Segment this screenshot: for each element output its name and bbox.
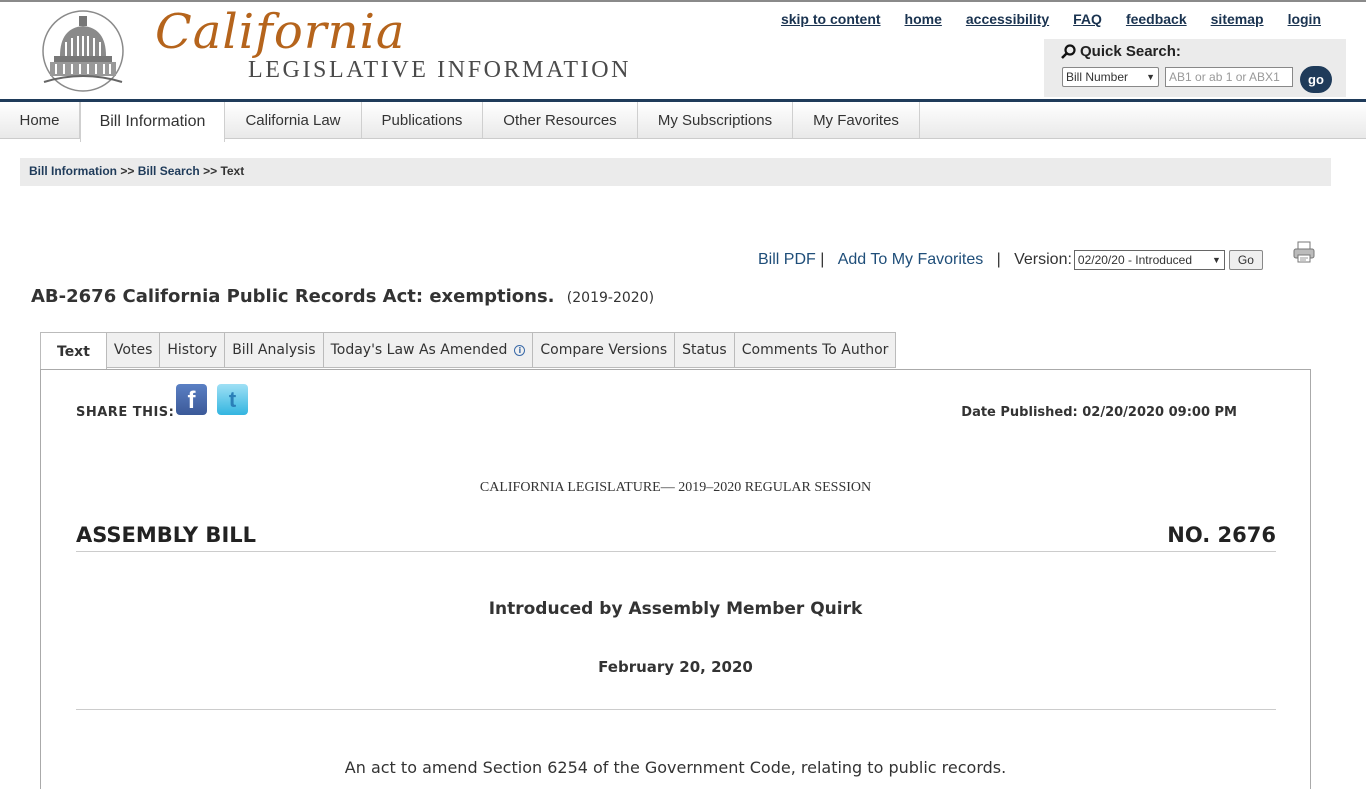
- version-go-button[interactable]: Go: [1228, 250, 1263, 270]
- capitol-dome-logo-icon[interactable]: [40, 10, 126, 92]
- breadcrumb-current: Text: [220, 164, 245, 178]
- nav-home[interactable]: Home: [0, 102, 80, 138]
- info-icon[interactable]: i: [514, 344, 526, 356]
- quick-search-go-button[interactable]: go: [1300, 66, 1332, 93]
- session-heading: CALIFORNIA LEGISLATURE— 2019–2020 REGULA…: [479, 480, 872, 495]
- bill-text-panel: SHARE THIS: f t Date Published: 02/20/20…: [40, 369, 1311, 789]
- logo-script[interactable]: California: [155, 4, 406, 60]
- add-to-favorites-link[interactable]: Add To My Favorites: [838, 251, 984, 269]
- quick-search-title: Quick Search:: [1060, 43, 1181, 60]
- bill-pdf-link[interactable]: Bill PDF: [758, 251, 816, 269]
- breadcrumb-bill-information[interactable]: Bill Information: [29, 164, 117, 178]
- logo-subtitle[interactable]: LEGISLATIVE INFORMATION: [248, 57, 631, 84]
- facebook-share-icon[interactable]: f: [176, 384, 207, 415]
- nav-my-favorites[interactable]: My Favorites: [793, 102, 920, 138]
- quick-search-label: Quick Search:: [1080, 43, 1181, 60]
- divider: [76, 709, 1276, 710]
- bill-title: AB-2676 California Public Records Act: e…: [31, 286, 654, 307]
- chevron-down-icon: ▼: [1146, 72, 1155, 82]
- tab-status[interactable]: Status: [675, 332, 735, 368]
- version-value: 02/20/20 - Introduced: [1077, 253, 1192, 267]
- search-icon: [1061, 43, 1076, 59]
- login-link[interactable]: login: [1288, 11, 1321, 27]
- nav-other-resources[interactable]: Other Resources: [483, 102, 638, 138]
- faq-link[interactable]: FAQ: [1073, 11, 1102, 27]
- quick-search-panel: Quick Search: Bill Number ▼ AB1 or ab 1 …: [1044, 39, 1346, 97]
- breadcrumb: Bill Information >> Bill Search >> Text: [20, 158, 1331, 186]
- main-navigation: Home Bill Information California Law Pub…: [0, 99, 1366, 142]
- utility-links: skip to content home accessibility FAQ f…: [781, 11, 1321, 27]
- breadcrumb-separator: >>: [203, 164, 218, 178]
- tab-comments-to-author[interactable]: Comments To Author: [734, 332, 897, 368]
- toolbar-divider: |: [983, 251, 1015, 268]
- tab-text[interactable]: Text: [40, 332, 107, 370]
- tab-history[interactable]: History: [160, 332, 226, 368]
- bill-title-text: AB-2676 California Public Records Act: e…: [31, 286, 555, 307]
- breadcrumb-bill-search[interactable]: Bill Search: [138, 164, 200, 178]
- bill-toolbar: Bill PDF | Add To My Favorites | Version…: [758, 250, 1263, 270]
- share-label: SHARE THIS:: [76, 405, 175, 420]
- tab-compare-versions[interactable]: Compare Versions: [533, 332, 676, 368]
- feedback-link[interactable]: feedback: [1126, 11, 1187, 27]
- chevron-down-icon: ▼: [1211, 255, 1221, 265]
- bill-number: NO. 2676: [1167, 523, 1276, 547]
- accessibility-link[interactable]: accessibility: [966, 11, 1049, 27]
- bill-number-input[interactable]: AB1 or ab 1 or ABX1: [1165, 67, 1293, 87]
- search-type-value: Bill Number: [1066, 70, 1129, 84]
- date-published: Date Published: 02/20/2020 09:00 PM: [961, 405, 1237, 420]
- bill-tabs: Text Votes History Bill Analysis Today's…: [40, 332, 897, 370]
- tab-todays-law-as-amended[interactable]: Today's Law As Amended i: [323, 332, 534, 368]
- skip-to-content-link[interactable]: skip to content: [781, 11, 881, 27]
- print-icon[interactable]: [1292, 240, 1316, 264]
- bill-type: ASSEMBLY BILL: [76, 523, 257, 547]
- sitemap-link[interactable]: sitemap: [1211, 11, 1264, 27]
- nav-california-law[interactable]: California Law: [225, 102, 362, 138]
- introduced-by: Introduced by Assembly Member Quirk: [488, 599, 863, 619]
- site-header: California LEGISLATIVE INFORMATION skip …: [0, 2, 1366, 98]
- tab-bill-analysis[interactable]: Bill Analysis: [225, 332, 324, 368]
- nav-bill-information[interactable]: Bill Information: [80, 102, 225, 142]
- version-label: Version:: [1014, 251, 1072, 268]
- twitter-share-icon[interactable]: t: [217, 384, 248, 415]
- tab-label: Today's Law As Amended: [330, 342, 508, 358]
- nav-publications[interactable]: Publications: [362, 102, 483, 138]
- tab-votes[interactable]: Votes: [106, 332, 161, 368]
- version-select[interactable]: 02/20/20 - Introduced ▼: [1073, 250, 1225, 270]
- search-type-select[interactable]: Bill Number ▼: [1062, 67, 1159, 87]
- toolbar-divider: |: [815, 251, 838, 268]
- divider: [76, 551, 1276, 552]
- introduced-date: February 20, 2020: [598, 658, 753, 676]
- breadcrumb-separator: >>: [120, 164, 135, 178]
- home-link[interactable]: home: [905, 11, 942, 27]
- nav-my-subscriptions[interactable]: My Subscriptions: [638, 102, 793, 138]
- bill-session: (2019-2020): [566, 290, 655, 306]
